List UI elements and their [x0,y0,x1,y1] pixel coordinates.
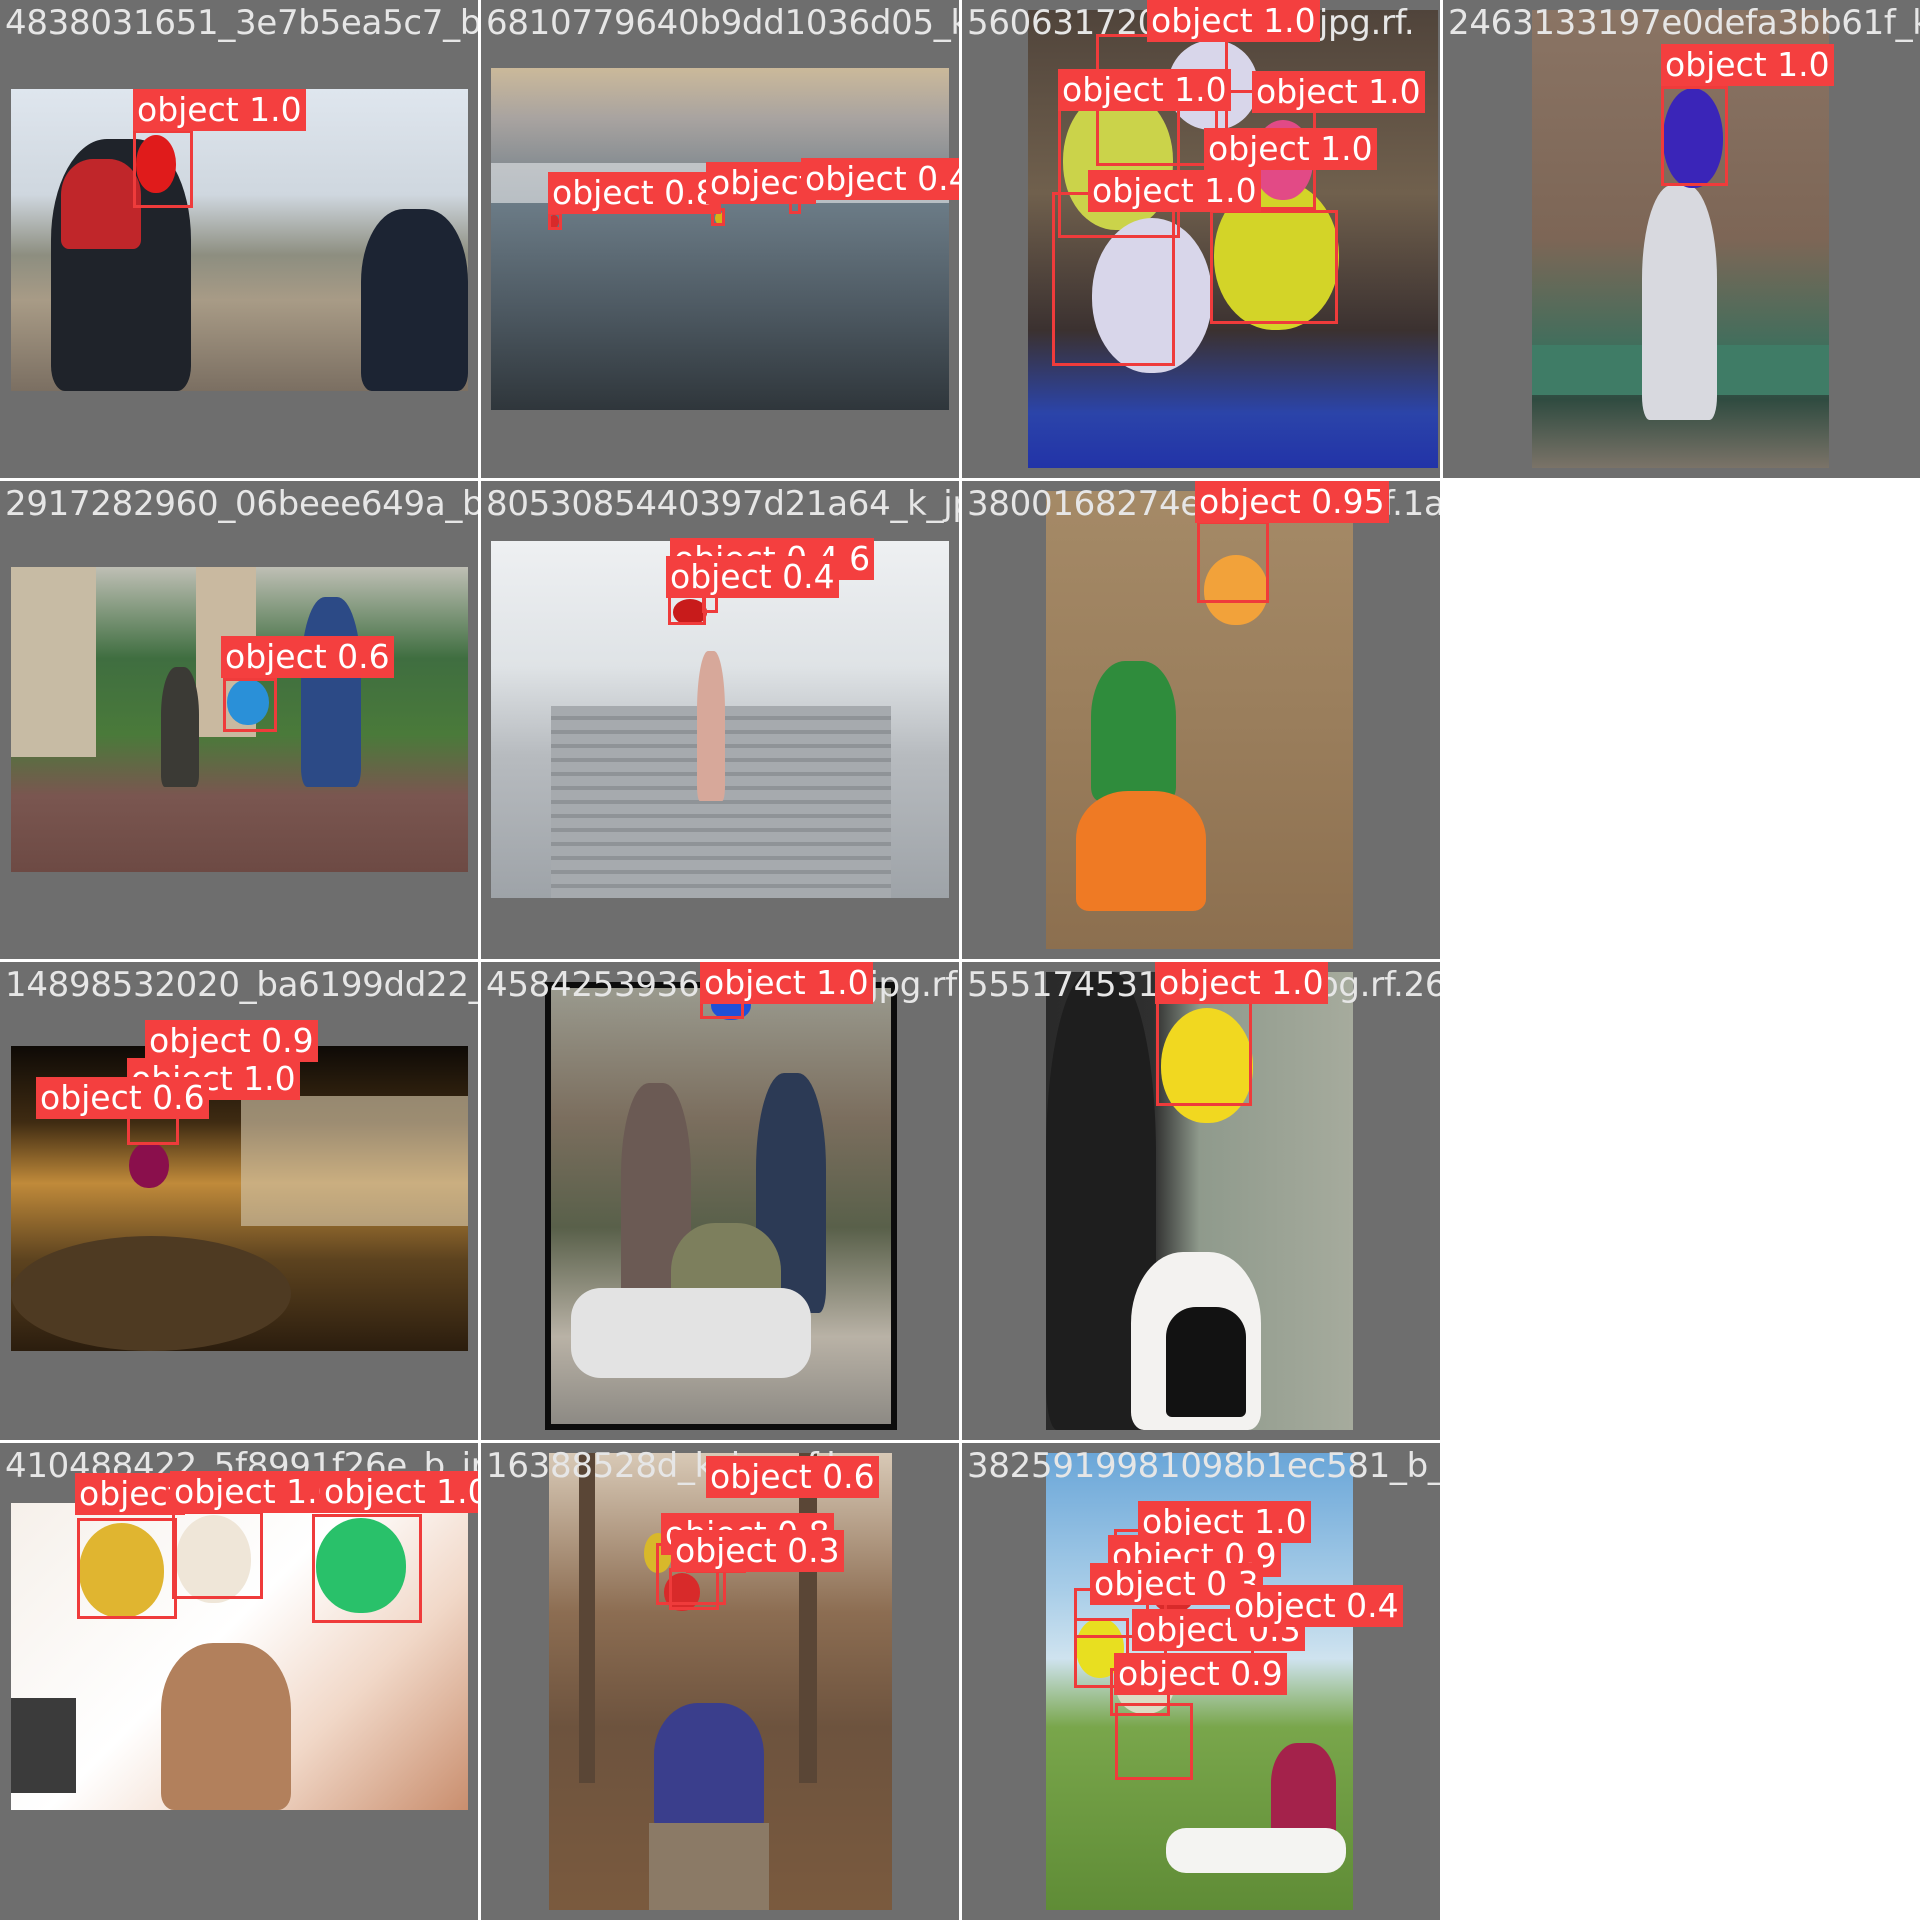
detection-box [548,212,562,230]
grid-tile: 8053085440397d21a64_k_jpg.rf.d58 object … [481,481,959,959]
grid-tile: 3800168274ec5f_b_jpg.rf.1a1c84f5e object… [962,481,1440,959]
detection-label: object 0.9 [145,1020,318,1062]
detection-label: object 0.4 [666,556,839,598]
detection-box [133,130,193,208]
grid-tile: 14898532020_ba6199dd22_k_jpg.rf.23938 ob… [0,962,478,1440]
detection-label: object 0.3 [671,1530,844,1572]
scooter [571,1288,811,1378]
detection-box [669,1568,719,1610]
picture-frame [11,1698,76,1793]
person [1642,185,1717,420]
grid-tile: 6810779640b9dd1036d05_k_jpg.rf.2 object … [481,0,959,478]
detection-label: object 0.4 [1230,1585,1403,1627]
detection-label: object 1.0 [170,1471,343,1513]
person [361,209,468,391]
detection-box [1210,210,1338,324]
grid-tile: 2917282960_06beee649a_b_jpg.rf.8b5f0 obj… [0,481,478,959]
image-grid: 4838031651_3e7b5ea5c7_b_jpg.rf.7963d38d8… [0,0,1920,1920]
person [161,1643,291,1810]
detection-label: object 0.8 [548,172,721,214]
tile-caption: 8053085440397d21a64_k_jpg.rf.d58 [486,484,959,524]
tile-caption: 4838031651_3e7b5ea5c7_b_jpg.rf.7963d38d8 [5,3,478,43]
detection-label: object 1.0 [700,962,873,1004]
detection-label: object [706,162,816,204]
person [697,651,725,801]
balloon [129,1142,169,1188]
grid-tile: 4838031651_3e7b5ea5c7_b_jpg.rf.7963d38d8… [0,0,478,478]
tile-caption: 6810779640b9dd1036d05_k_jpg.rf.2 [486,3,959,43]
grid-tile: 16388528d_k_jpg.rf.b object 0.6 object 0… [481,1443,959,1920]
detection-box [77,1518,177,1619]
detection-box [1052,192,1175,366]
detection-label: object 1.0 [1147,0,1320,42]
grid-tile: 3825919981098b1ec581_b_jpg.rf.3b634b9ca … [962,1443,1440,1920]
detection-label: object 1.0 [1088,170,1261,212]
tile-photo [11,89,468,391]
detection-box [312,1514,422,1623]
detection-label: object 1.0 [1155,962,1328,1004]
tile-caption: 3825919981098b1ec581_b_jpg.rf.3b634b9ca [967,1446,1440,1486]
grid-tile: 555174531 0abe_b_jpg.rf.262064690 object… [962,962,1440,1440]
detection-box [668,595,706,625]
table [11,1236,291,1351]
grid-tile: 4584253936b15fc0_b_jpg.rf object 1.0 [481,962,959,1440]
tile-photo [545,982,897,1430]
detection-box [1197,521,1269,603]
detection-label: object 0.6 [706,1456,879,1498]
detection-label: object 0.4 [801,158,959,200]
grid-tile: 2463133197e0defa3bb61f_k object 1.0 [1443,0,1920,478]
tile-caption: 2917282960_06beee649a_b_jpg.rf.8b5f0 [5,484,478,524]
detection-box [1115,1703,1193,1780]
tree-trunk [579,1453,595,1783]
detection-label: object [75,1473,185,1515]
grid-tile: 5606317209ea72_b_jpg.rf. object 1.0 obje… [962,0,1440,478]
chair [1166,1307,1246,1417]
detection-label: object 1.0 [320,1471,478,1513]
tile-caption: 14898532020_ba6199dd22_k_jpg.rf.23938 [5,965,478,1005]
detection-label: object 1.0 [1252,71,1425,113]
person [1076,791,1206,911]
tree-trunk [799,1453,817,1783]
detection-box [172,1511,263,1599]
person [161,667,199,787]
log [649,1823,769,1910]
person [301,597,361,787]
detection-label: object 0.95 [1195,481,1389,523]
detection-box [1661,86,1728,186]
detection-box [223,678,277,732]
detection-label: object 1.0 [1058,69,1231,111]
tent [241,1096,468,1226]
person [1091,661,1176,801]
tile-photo [491,68,949,410]
detection-label: object 1.0 [1661,44,1834,86]
column [11,567,96,757]
person [654,1703,764,1833]
detection-label: object 1.0 [133,89,306,131]
detection-box [1156,1000,1252,1106]
tile-caption: 2463133197e0defa3bb61f_k [1448,3,1920,43]
person [61,159,141,249]
detection-label: object 1.0 [1204,128,1377,170]
detection-label: object 0.9 [1114,1653,1287,1695]
detection-label: object 0.6 [221,636,394,678]
blanket [1166,1828,1346,1873]
grid-tile: 410488422_5f8991f26e_b_jpg.rf. object ob… [0,1443,478,1920]
detection-label: object 0.6 [36,1077,209,1119]
